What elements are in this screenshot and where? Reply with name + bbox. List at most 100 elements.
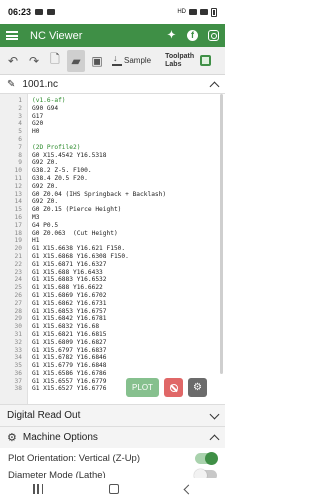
code-text: G1 X15.688 Y16.6622	[32, 284, 103, 292]
code-text: G0 Z0.063 (Cut Height)	[32, 229, 118, 237]
battery-icon	[211, 7, 217, 17]
hd-label: HD	[177, 9, 186, 15]
code-line[interactable]: 8 G0 X15.4542 Y16.5318	[0, 152, 225, 160]
open-file-button[interactable]: ▰	[67, 49, 85, 72]
code-text: H0	[32, 128, 40, 136]
plot-orientation-toggle[interactable]	[195, 452, 218, 465]
cancel-button[interactable]	[164, 378, 183, 397]
line-number: 21	[14, 252, 22, 260]
chevron-down-icon[interactable]	[209, 409, 220, 419]
code-line[interactable]: 1 (v1.6-af)	[0, 97, 225, 105]
code-line[interactable]: 36 G1 X15.6586 Y16.6786	[0, 370, 225, 378]
code-text: G1 X15.6883 Y16.6532	[32, 276, 107, 284]
line-number: 14	[14, 198, 22, 206]
line-number: 29	[14, 315, 22, 323]
file-name: 1001.nc	[22, 78, 58, 90]
code-text: G1 X15.6809 Y16.6827	[32, 338, 107, 346]
code-line[interactable]: 28 G1 X15.6853 Y16.6757	[0, 308, 225, 316]
line-number: 27	[14, 299, 22, 307]
code-line[interactable]: 14 G92 Z0.	[0, 198, 225, 206]
recents-icon[interactable]	[33, 484, 43, 494]
line-number: 1	[18, 97, 22, 104]
code-line[interactable]: 4 G20	[0, 120, 225, 128]
app-title: NC Viewer	[30, 29, 83, 42]
edit-icon: ✎	[7, 78, 16, 90]
plot-orientation-value: Vertical (Z-Up)	[78, 453, 140, 464]
save-button[interactable]: ▣	[88, 50, 106, 72]
code-line[interactable]: 33 G1 X15.6797 Y16.6837	[0, 347, 225, 355]
brand-line1: Toolpath	[165, 52, 195, 60]
code-line[interactable]: 21 G1 X15.6868 Y16.6308 F150.	[0, 253, 225, 261]
settings-button[interactable]: ⚙	[188, 378, 207, 397]
code-line[interactable]: 29 G1 X15.6842 Y16.6781	[0, 315, 225, 323]
chevron-up-icon[interactable]	[209, 434, 220, 445]
instagram-icon[interactable]	[208, 30, 219, 41]
menu-icon[interactable]	[6, 31, 18, 40]
plot-button[interactable]: PLOT	[126, 378, 159, 397]
code-text: G90 G94	[32, 104, 59, 112]
twitter-icon[interactable]: ✦	[166, 30, 177, 41]
code-text: (2D Profile2)	[32, 143, 81, 151]
code-line[interactable]: 2 G90 G94	[0, 105, 225, 113]
toolpath-labs-logo[interactable]: Toolpath Labs	[165, 53, 194, 69]
code-line[interactable]: 6	[0, 136, 225, 144]
code-line[interactable]: 32 G1 X15.6809 Y16.6827	[0, 339, 225, 347]
undo-button[interactable]: ↶	[4, 50, 22, 72]
code-line[interactable]: 15 G0 Z0.15 (Pierce Height)	[0, 206, 225, 214]
back-icon[interactable]	[183, 484, 194, 494]
code-line[interactable]: 10 G38.2 Z-5. F100.	[0, 167, 225, 175]
code-line[interactable]: 16 M3	[0, 214, 225, 222]
code-editor[interactable]: 1 (v1.6-af) 2 G90 G94 3 G17 4 G20 5 H0 6 7 (2D Profi…	[0, 94, 225, 404]
line-number: 11	[14, 174, 22, 182]
machine-options-header[interactable]: ⚙ Machine Options	[0, 426, 225, 448]
code-line[interactable]: 5 H0	[0, 128, 225, 136]
home-icon[interactable]	[109, 484, 119, 494]
line-number: 18	[14, 229, 22, 237]
file-header[interactable]: ✎ 1001.nc	[0, 75, 225, 94]
code-text: G20	[32, 120, 44, 128]
code-line[interactable]: 25 G1 X15.688 Y16.6622	[0, 284, 225, 292]
code-line[interactable]: 19 H1	[0, 237, 225, 245]
line-number: 23	[14, 268, 22, 276]
code-line[interactable]: 27 G1 X15.6862 Y16.6731	[0, 300, 225, 308]
code-line[interactable]: 30 G1 X15.6832 Y16.68	[0, 323, 225, 331]
code-line[interactable]: 24 G1 X15.6883 Y16.6532	[0, 276, 225, 284]
code-line[interactable]: 17 G4 P0.5	[0, 222, 225, 230]
line-number: 4	[18, 120, 22, 128]
code-text: G0 Z0.04 (IHS Springback + Backlash)	[32, 190, 167, 198]
code-line[interactable]: 11 G38.4 Z0.5 F20.	[0, 175, 225, 183]
toolbar: ↶ ↷ 🗋 ▰ ▣ Sample Toolpath Labs	[0, 47, 225, 75]
code-line[interactable]: 13 G0 Z0.04 (IHS Springback + Backlash)	[0, 191, 225, 199]
line-number: 10	[14, 167, 22, 175]
code-line[interactable]: 35 G1 X15.6779 Y16.6848	[0, 362, 225, 370]
toolpath-logo-icon[interactable]	[200, 55, 212, 66]
line-number: 13	[14, 190, 22, 198]
code-line[interactable]: 18 G0 Z0.063 (Cut Height)	[0, 230, 225, 238]
code-lines[interactable]: 1 (v1.6-af) 2 G90 G94 3 G17 4 G20 5 H0 6 7 (2D Profi…	[0, 97, 225, 393]
code-line[interactable]: 23 G1 X15.688 Y16.6433	[0, 269, 225, 277]
code-text: G1 X15.6557 Y16.6779	[32, 377, 107, 385]
new-file-button[interactable]: 🗋	[46, 50, 64, 72]
code-line[interactable]: 22 G1 X15.6871 Y16.6327	[0, 261, 225, 269]
code-line[interactable]: 7 (2D Profile2)	[0, 144, 225, 152]
code-line[interactable]: 9 G92 Z0.	[0, 159, 225, 167]
line-number: 6	[18, 135, 22, 143]
code-text: G1 X15.6853 Y16.6757	[32, 307, 107, 315]
line-number: 38	[14, 385, 22, 393]
code-line[interactable]: 26 G1 X15.6869 Y16.6702	[0, 292, 225, 300]
editor-scrollbar[interactable]	[220, 94, 223, 374]
facebook-icon[interactable]: f	[187, 30, 198, 41]
sample-button[interactable]: Sample	[112, 53, 152, 66]
status-bar: 06:23 HD	[0, 0, 225, 24]
code-line[interactable]: 20 G1 X15.6638 Y16.621 F150.	[0, 245, 225, 253]
code-line[interactable]: 34 G1 X15.6782 Y16.6846	[0, 354, 225, 362]
chevron-up-icon[interactable]	[209, 81, 220, 91]
line-number: 17	[14, 221, 22, 229]
code-line[interactable]: 3 G17	[0, 113, 225, 121]
notification-icon-2	[47, 9, 56, 15]
code-line[interactable]: 31 G1 X15.6821 Y16.6815	[0, 331, 225, 339]
redo-button[interactable]: ↷	[25, 50, 43, 72]
code-line[interactable]: 12 G92 Z0.	[0, 183, 225, 191]
dro-panel-header[interactable]: Digital Read Out	[0, 404, 225, 426]
sample-label: Sample	[124, 56, 152, 65]
